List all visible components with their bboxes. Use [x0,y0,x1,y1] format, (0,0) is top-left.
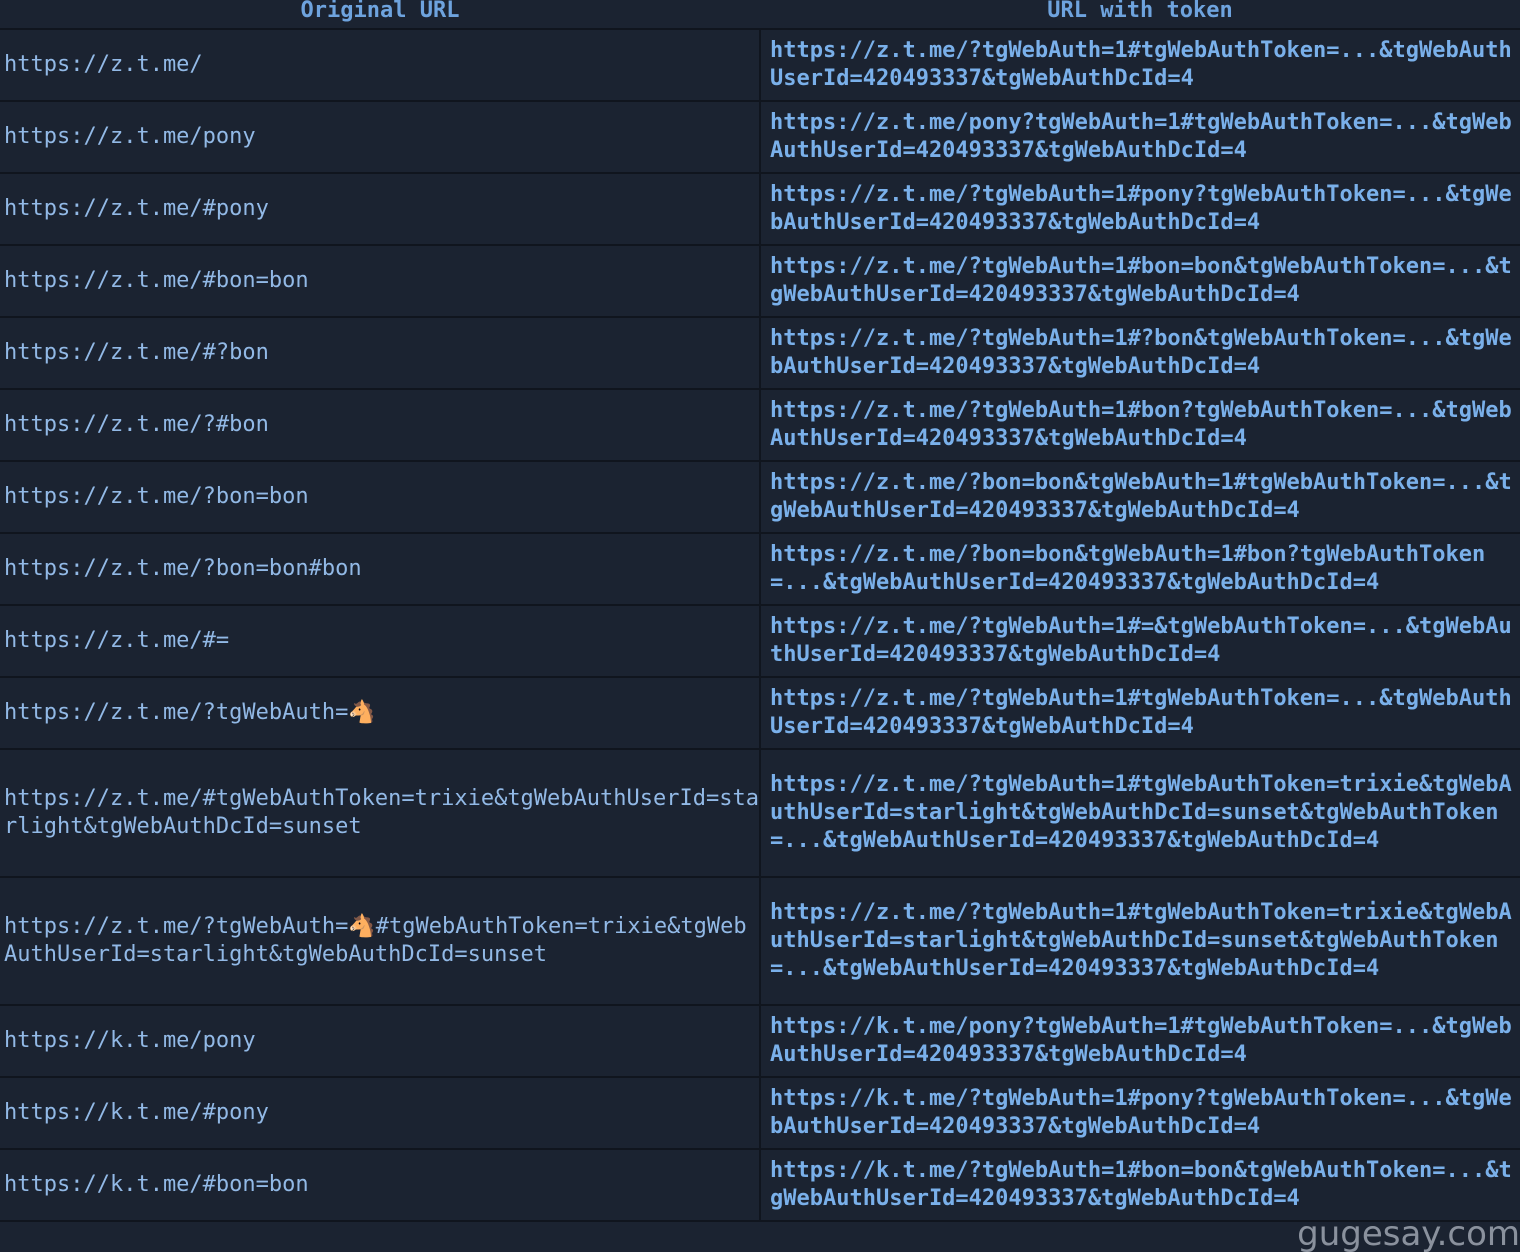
table-row: https://z.t.me/#?bon https://z.t.me/?tgWe… [0,316,1520,390]
original-url-cell: https://z.t.me/pony [0,100,761,174]
original-url-cell: https://z.t.me/#= [0,604,761,678]
original-url-cell: https://z.t.me/#pony [0,172,761,246]
original-url-cell: https://z.t.me/?tgWebAuth=🐴 [0,676,761,750]
original-url-cell: https://z.t.me/?#bon [0,388,761,462]
table-body: https://z.t.me/https://z.t.me/?tgWebAuth… [0,28,1520,1222]
original-url-cell: https://z.t.me/#bon=bon [0,244,761,318]
url-with-token-cell: https://z.t.me/?tgWebAuth=1#?bon&tgWebAu… [760,316,1520,390]
url-with-token-cell: https://z.t.me/pony?tgWebAuth=1#tgWebAut… [760,100,1520,174]
table-row: https://z.t.me/pony https://z.t.me/pony?t… [0,100,1520,174]
table-row: https://k.t.me/pony https://k.t.me/pony?t… [0,1004,1520,1078]
header-url-with-token: URL with token [760,0,1520,30]
url-with-token-cell: https://z.t.me/?tgWebAuth=1#pony?tgWebAu… [760,172,1520,246]
url-with-token-cell: https://z.t.me/?tgWebAuth=1#tgWebAuthTok… [760,748,1520,878]
table-row: https://z.t.me/https://z.t.me/?tgWebAuth… [0,28,1520,102]
url-with-token-cell: https://z.t.me/?bon=bon&tgWebAuth=1#bon?… [760,532,1520,606]
original-url-cell: https://z.t.me/?bon=bon [0,460,761,534]
table-row: https://z.t.me/?#bon https://z.t.me/?tgWe… [0,388,1520,462]
header-original-url: Original URL [0,0,760,30]
table-row: https://z.t.me/?tgWebAuth=🐴 https://z.t.m… [0,676,1520,750]
url-with-token-cell: https://k.t.me/?tgWebAuth=1#bon=bon&tgWe… [760,1148,1520,1222]
original-url-cell: https://k.t.me/pony [0,1004,761,1078]
original-url-cell: https://k.t.me/#bon=bon [0,1148,761,1222]
watermark: gugesay.com [1297,1214,1520,1252]
table-row: https://z.t.me/#bon=bon https://z.t.me/?t… [0,244,1520,318]
table-row: https://z.t.me/#pony https://z.t.me/?tgWe… [0,172,1520,246]
original-url-cell: https://z.t.me/?tgWebAuth=🐴#tgWebAuthTok… [0,876,761,1006]
url-with-token-cell: https://z.t.me/?tgWebAuth=1#=&tgWebAuthT… [760,604,1520,678]
table-row: https://z.t.me/#= https://z.t.me/?tgWebAu… [0,604,1520,678]
table-header-row: Original URL URL with token [0,0,1520,30]
original-url-cell: https://z.t.me/ [0,28,761,102]
url-with-token-cell: https://z.t.me/?bon=bon&tgWebAuth=1#tgWe… [760,460,1520,534]
table-row: https://z.t.me/?bon=bon#bon https://z.t.m… [0,532,1520,606]
table-row: https://z.t.me/?bon=bon https://z.t.me/?b… [0,460,1520,534]
original-url-cell: https://z.t.me/?bon=bon#bon [0,532,761,606]
url-with-token-cell: https://z.t.me/?tgWebAuth=1#bon=bon&tgWe… [760,244,1520,318]
table-row: https://k.t.me/#pony https://k.t.me/?tgWe… [0,1076,1520,1150]
url-with-token-cell: https://k.t.me/?tgWebAuth=1#pony?tgWebAu… [760,1076,1520,1150]
original-url-cell: https://z.t.me/#?bon [0,316,761,390]
url-token-table: Original URL URL with token https://z.t.… [0,0,1520,1222]
url-with-token-cell: https://k.t.me/pony?tgWebAuth=1#tgWebAut… [760,1004,1520,1078]
url-with-token-cell: https://z.t.me/?tgWebAuth=1#bon?tgWebAut… [760,388,1520,462]
table-row: https://k.t.me/#bon=bon https://k.t.me/?t… [0,1148,1520,1222]
url-with-token-cell: https://z.t.me/?tgWebAuth=1#tgWebAuthTok… [760,676,1520,750]
url-with-token-cell: https://z.t.me/?tgWebAuth=1#tgWebAuthTok… [760,876,1520,1006]
table-row: https://z.t.me/#tgWebAuthToken=trixie&tg… [0,748,1520,878]
table-row: https://z.t.me/?tgWebAuth=🐴#tgWebAuthTok… [0,876,1520,1006]
url-with-token-cell: https://z.t.me/?tgWebAuth=1#tgWebAuthTok… [760,28,1520,102]
original-url-cell: https://k.t.me/#pony [0,1076,761,1150]
original-url-cell: https://z.t.me/#tgWebAuthToken=trixie&tg… [0,748,761,878]
